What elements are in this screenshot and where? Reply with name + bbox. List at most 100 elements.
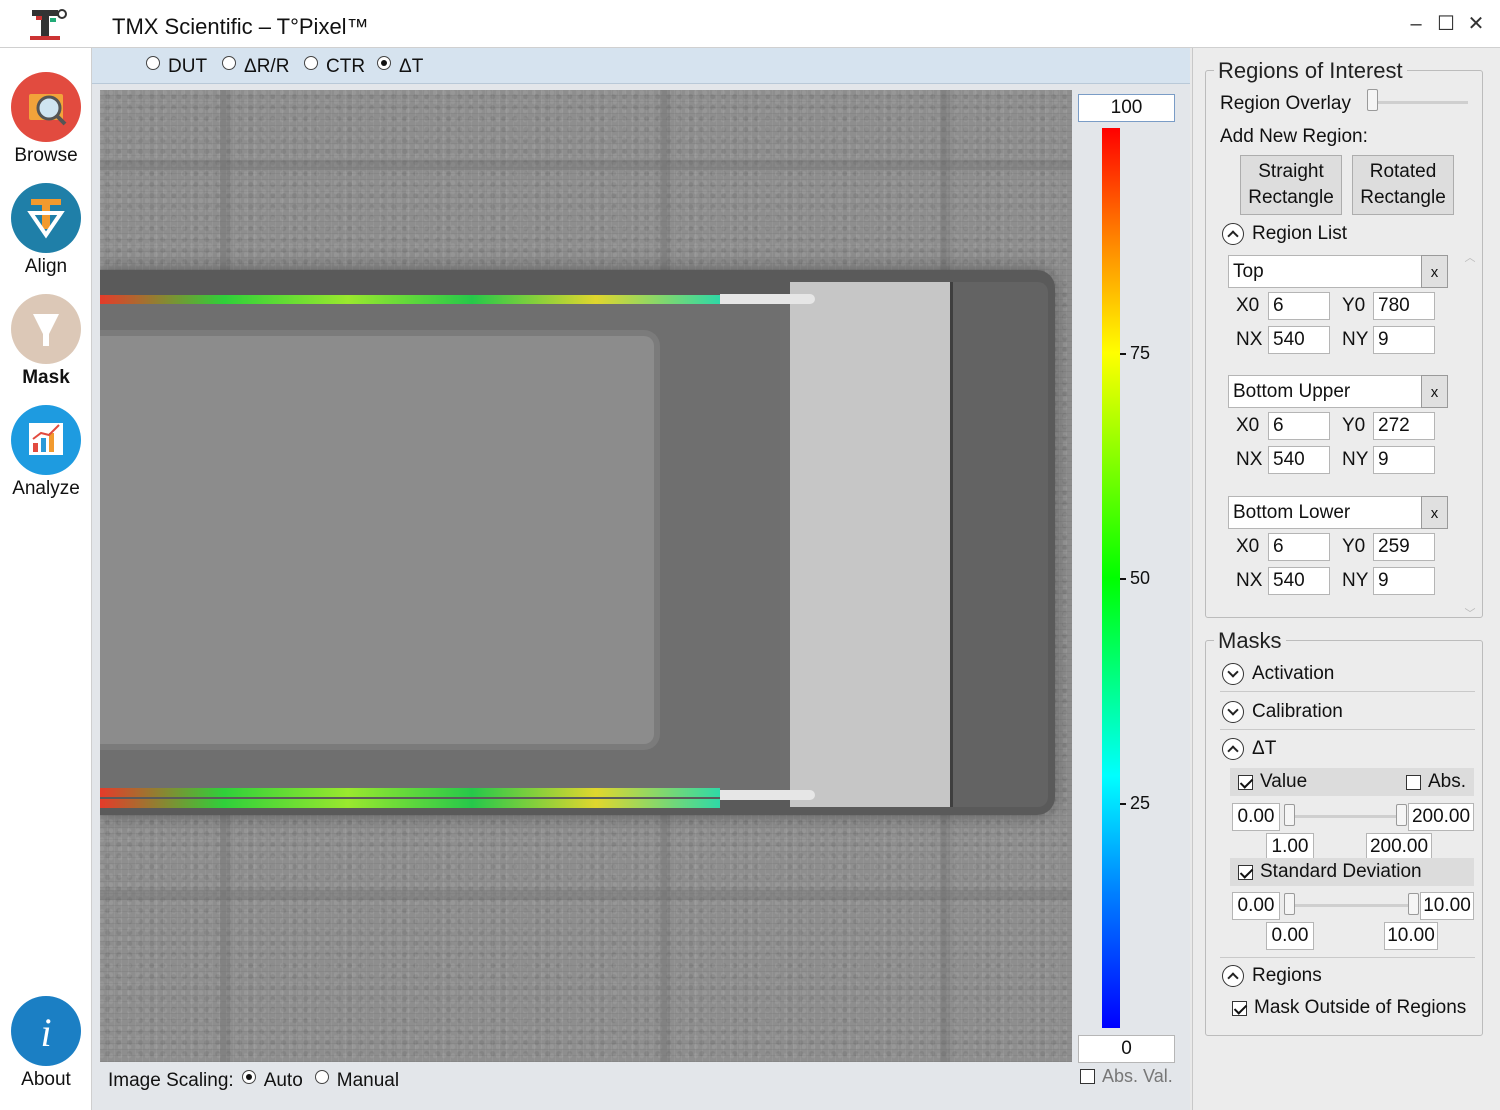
y0-label: Y0 [1342, 536, 1366, 557]
y0-field[interactable]: 259 [1373, 533, 1435, 561]
calibration-label: Calibration [1252, 701, 1343, 722]
mode-dt-label: ΔT [399, 56, 424, 77]
mode-dt-radio[interactable]: ΔT [377, 56, 423, 78]
region-name-field[interactable]: Bottom Upper [1228, 375, 1422, 408]
region-list-scrollbar[interactable]: ︿ ﹀ [1464, 249, 1476, 620]
straight-rectangle-button[interactable]: Straight Rectangle [1240, 155, 1342, 215]
thermal-overlay-bottom-upper [100, 788, 720, 797]
y0-label: Y0 [1342, 415, 1366, 436]
radio-dot [314, 1070, 329, 1084]
x0-label: X0 [1236, 536, 1260, 557]
scaling-auto-label: Auto [263, 1070, 303, 1091]
x0-field[interactable]: 6 [1268, 533, 1330, 561]
x0-label: X0 [1236, 415, 1260, 436]
scaling-manual-label: Manual [336, 1070, 400, 1091]
collapse-icon [1222, 738, 1244, 760]
region-name-field[interactable]: Bottom Lower [1228, 496, 1422, 529]
nav-browse[interactable]: Browse [0, 72, 92, 167]
region-name-field[interactable]: Top [1228, 255, 1422, 288]
abs-val-checkbox[interactable]: Abs. Val. [1080, 1066, 1173, 1087]
std-min-field[interactable]: 0.00 [1232, 892, 1280, 920]
region-overlay-slider[interactable] [1367, 89, 1378, 111]
button-line: Rectangle [1248, 187, 1334, 208]
mask-outside-checkbox[interactable]: Mask Outside of Regions [1232, 997, 1466, 1019]
activation-expander[interactable]: Activation [1222, 663, 1334, 685]
std-checkbox[interactable]: Standard Deviation [1238, 861, 1422, 883]
region-list-label: Region List [1252, 223, 1348, 244]
minimize-button[interactable]: – [1402, 10, 1430, 38]
value-low-field[interactable]: 1.00 [1266, 833, 1314, 861]
nav-about[interactable]: i About [0, 996, 92, 1091]
value-low-thumb[interactable] [1284, 804, 1295, 826]
mode-dut-radio[interactable]: DUT [146, 56, 207, 78]
delete-region-button[interactable]: x [1421, 375, 1448, 408]
radio-dot [377, 56, 391, 70]
scaling-manual-radio[interactable]: Manual [314, 1070, 400, 1092]
calibration-expander[interactable]: Calibration [1222, 701, 1343, 723]
thermal-image-viewer[interactable] [100, 90, 1072, 1062]
mode-ctr-radio[interactable]: CTR [304, 56, 365, 78]
nav-align[interactable]: Align [0, 183, 92, 278]
nx-field[interactable]: 540 [1268, 567, 1330, 595]
separator [1220, 957, 1475, 958]
x0-field[interactable]: 6 [1268, 412, 1330, 440]
nav-align-label: Align [24, 256, 68, 277]
scale-tick-label: 75 [1130, 343, 1151, 363]
checkbox-box [1406, 774, 1421, 790]
y0-label: Y0 [1342, 295, 1366, 316]
trace-tail [720, 790, 815, 800]
nav-mask[interactable]: Mask [0, 294, 92, 389]
dt-label: ΔT [1252, 738, 1277, 759]
checkbox-box [1080, 1069, 1095, 1084]
title-bar: TMX Scientific – T°Pixel™ – ☐ ✕ [0, 0, 1500, 48]
x0-field[interactable]: 6 [1268, 292, 1330, 320]
thermal-overlay-top [100, 295, 720, 304]
maximize-button[interactable]: ☐ [1432, 10, 1460, 38]
abs-checkbox[interactable]: Abs. [1406, 771, 1466, 793]
y0-field[interactable]: 272 [1373, 412, 1435, 440]
delete-region-button[interactable]: x [1421, 496, 1448, 529]
ny-field[interactable]: 9 [1373, 446, 1435, 474]
close-button[interactable]: ✕ [1462, 10, 1490, 38]
scale-max-input[interactable]: 100 [1078, 94, 1175, 122]
std-high-thumb[interactable] [1408, 893, 1419, 915]
std-high-field[interactable]: 10.00 [1384, 922, 1438, 950]
nav-browse-label: Browse [14, 145, 78, 166]
scale-tick-label: 25 [1130, 793, 1151, 813]
region-list-expander[interactable]: Region List [1222, 223, 1347, 245]
ny-field[interactable]: 9 [1373, 567, 1435, 595]
scaling-auto-radio[interactable]: Auto [241, 1070, 303, 1092]
masks-group: Masks Activation Calibration ΔT Value Ab… [1205, 628, 1483, 1036]
scale-min-input[interactable]: 0 [1078, 1035, 1175, 1063]
std-max-field[interactable]: 10.00 [1420, 892, 1474, 920]
regions-label: Regions [1252, 965, 1322, 986]
mode-drr-radio[interactable]: ΔR/R [222, 56, 289, 78]
abs-val-label: Abs. Val. [1102, 1066, 1173, 1086]
std-low-thumb[interactable] [1284, 893, 1295, 915]
radio-dot [222, 56, 236, 70]
value-checkbox[interactable]: Value [1238, 771, 1307, 793]
collapse-icon [1222, 965, 1244, 987]
y0-field[interactable]: 780 [1373, 292, 1435, 320]
mode-drr-label: ΔR/R [244, 56, 290, 77]
std-low-field[interactable]: 0.00 [1266, 922, 1314, 950]
dt-expander[interactable]: ΔT [1222, 738, 1276, 760]
rotated-rectangle-button[interactable]: Rotated Rectangle [1352, 155, 1454, 215]
value-high-thumb[interactable] [1396, 804, 1407, 826]
nx-field[interactable]: 540 [1268, 446, 1330, 474]
sidebar: Browse Align Mask Analyze i About [0, 48, 92, 1110]
ny-field[interactable]: 9 [1373, 326, 1435, 354]
substrate-grid-line [100, 160, 1072, 170]
thermal-overlay-bottom-lower [100, 799, 720, 808]
value-high-field[interactable]: 200.00 [1366, 833, 1432, 861]
nav-analyze[interactable]: Analyze [0, 405, 92, 500]
value-max-field[interactable]: 200.00 [1408, 803, 1474, 831]
delete-region-button[interactable]: x [1421, 255, 1448, 288]
value-min-field[interactable]: 0.00 [1232, 803, 1280, 831]
radio-dot [241, 1070, 256, 1084]
nx-field[interactable]: 540 [1268, 326, 1330, 354]
mask-outside-label: Mask Outside of Regions [1254, 997, 1467, 1018]
scroll-down-icon[interactable]: ﹀ [1464, 605, 1476, 620]
scroll-up-icon[interactable]: ︿ [1464, 249, 1476, 264]
regions-expander[interactable]: Regions [1222, 965, 1322, 987]
